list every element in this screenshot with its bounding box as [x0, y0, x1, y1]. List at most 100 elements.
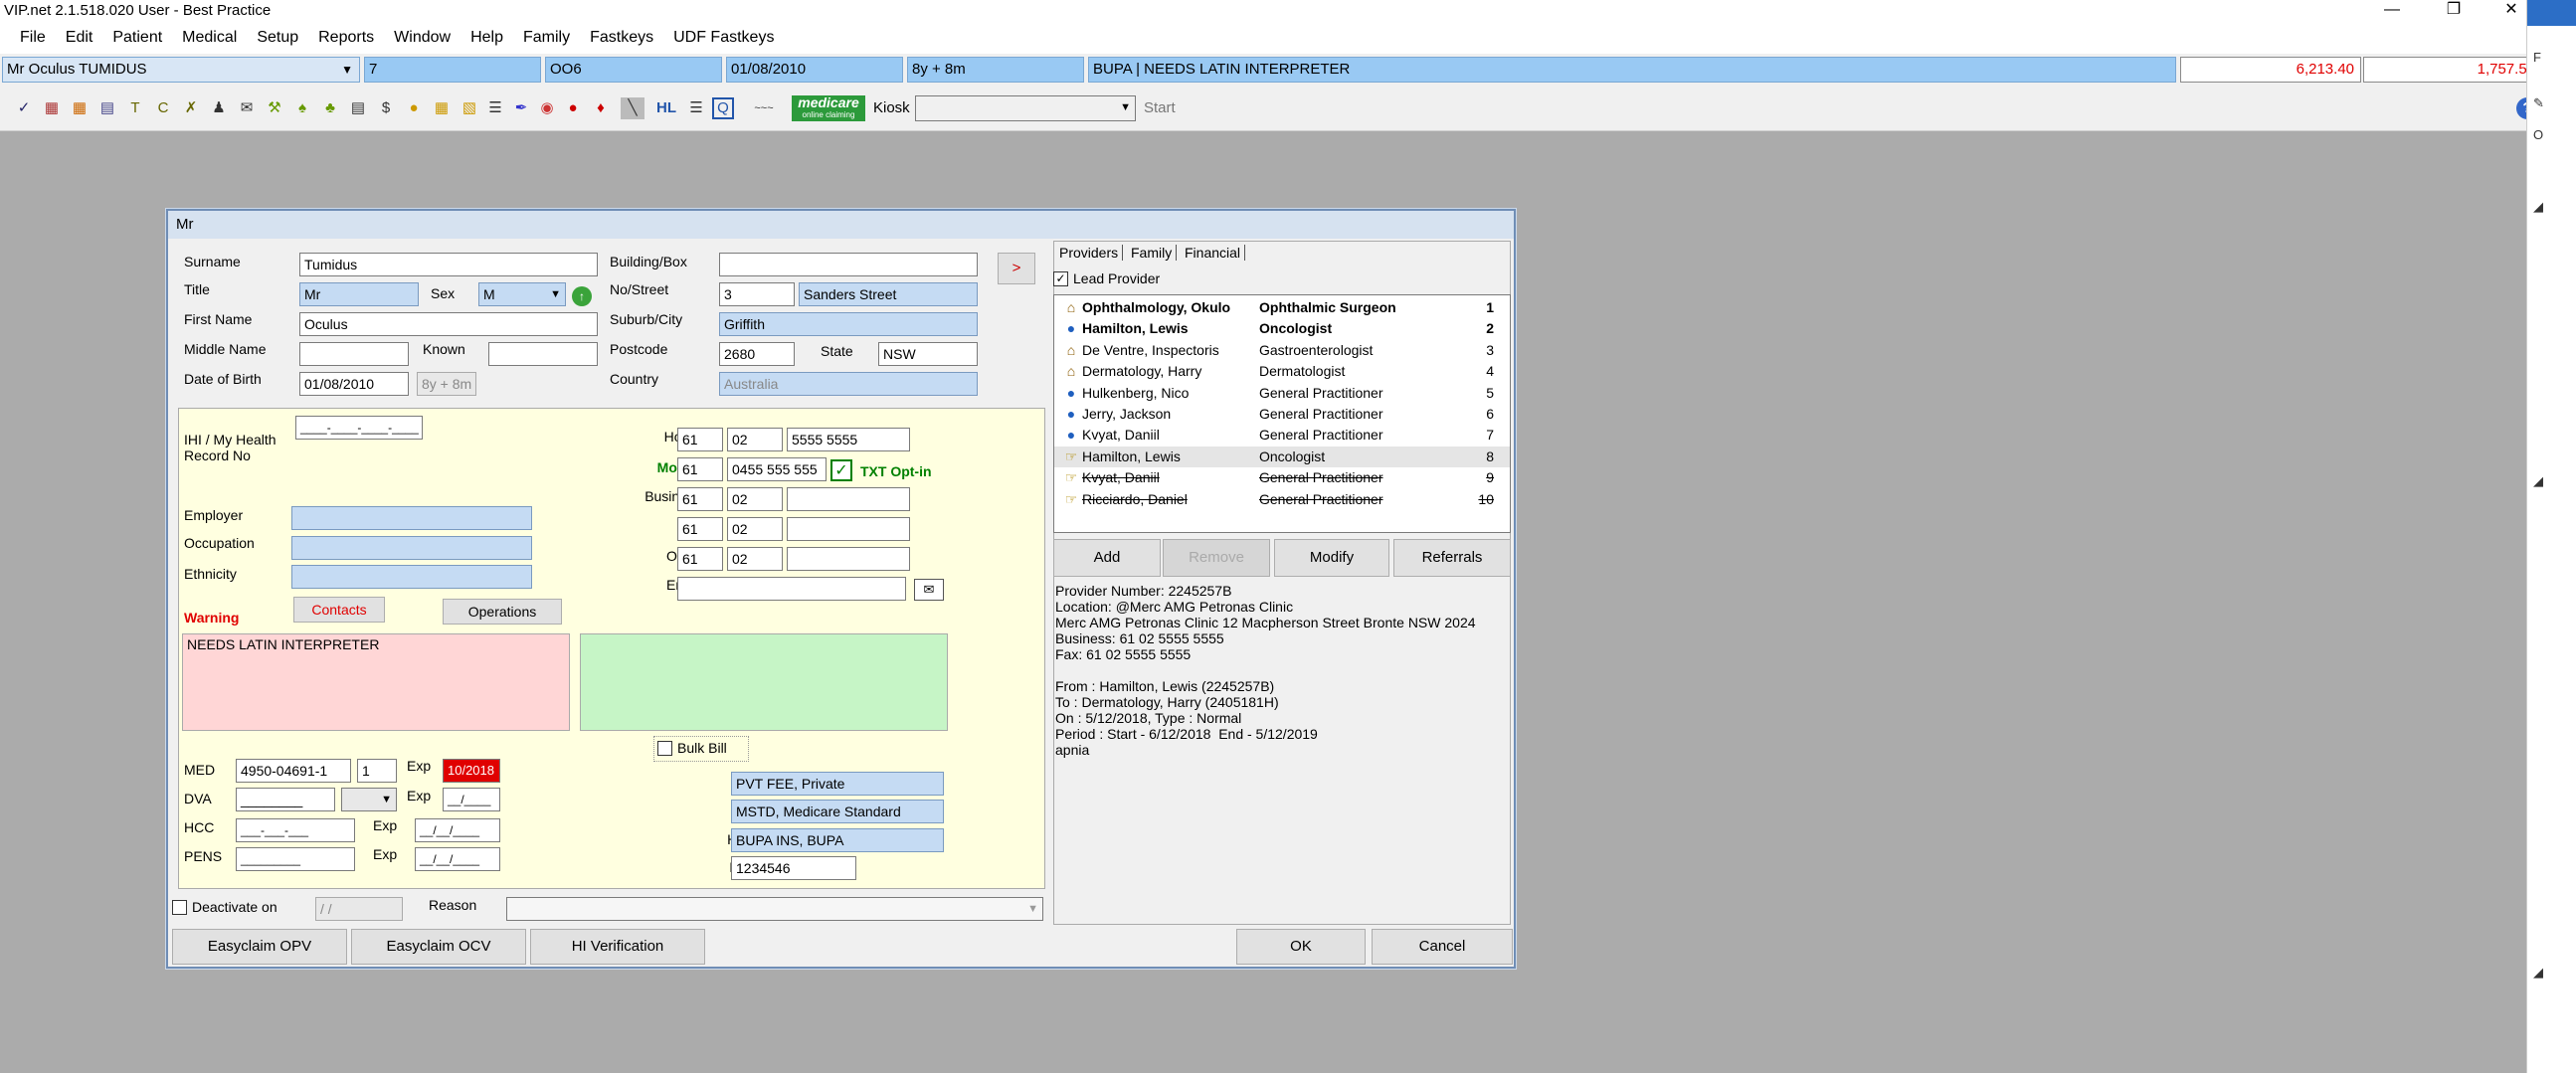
provider-row[interactable]: ⌂ Ophthalmology, Okulo Ophthalmic Surgeon 1 [1054, 297, 1510, 318]
business-cc-field[interactable]: 61 [677, 487, 723, 511]
family-icon[interactable]: ♣ [318, 97, 342, 119]
fax-cc-field[interactable]: 61 [677, 517, 723, 541]
known-field[interactable] [488, 342, 598, 366]
other-cc-field[interactable]: 61 [677, 547, 723, 571]
fax-area-field[interactable]: 02 [727, 517, 783, 541]
provider-row[interactable]: ⌂ Dermatology, Harry Dermatologist 4 [1054, 361, 1510, 382]
add-provider-button[interactable]: Add [1053, 539, 1161, 577]
deactivate-checkbox[interactable] [172, 900, 187, 915]
employer-field[interactable] [291, 506, 532, 530]
menu-fastkeys[interactable]: Fastkeys [580, 22, 663, 54]
calendar-icon[interactable]: ▦ [68, 97, 92, 119]
letter-c-icon[interactable]: C [151, 97, 175, 119]
suburb-field[interactable]: Griffith [719, 312, 978, 336]
ethnicity-field[interactable] [291, 565, 532, 589]
referrals-button[interactable]: Referrals [1393, 539, 1511, 577]
hf-policy-field[interactable]: 1234546 [731, 856, 856, 880]
gender-info-icon[interactable]: ↑ [572, 286, 592, 306]
q-icon[interactable]: Q [712, 97, 734, 119]
deactivate-date-field[interactable]: / / [315, 897, 403, 921]
subsidiser-field[interactable]: MSTD, Medicare Standard [731, 800, 944, 823]
dva-type-select[interactable]: ▼ [341, 788, 397, 811]
provider-row[interactable]: ☞ Hamilton, Lewis Oncologist 8 [1054, 446, 1510, 467]
sex-select[interactable]: M ▼ [478, 282, 566, 306]
lead-provider-checkbox[interactable]: ✓ [1053, 271, 1068, 286]
easyclaim-opv-button[interactable]: Easyclaim OPV [172, 929, 347, 965]
easyclaim-ocv-button[interactable]: Easyclaim OCV [351, 929, 526, 965]
medicare-online-button[interactable]: medicare online claiming [792, 95, 865, 121]
business-area-field[interactable]: 02 [727, 487, 783, 511]
menu-patient[interactable]: Patient [102, 22, 172, 54]
home-area-field[interactable]: 02 [727, 428, 783, 451]
check-icon[interactable]: ✓ [12, 97, 36, 119]
dva-number-field[interactable]: ________ [236, 788, 335, 811]
tab-family[interactable]: Family [1127, 245, 1178, 261]
start-button[interactable]: Start [1144, 99, 1176, 116]
other-area-field[interactable]: 02 [727, 547, 783, 571]
text-icon[interactable]: T [123, 97, 147, 119]
business-number-field[interactable] [787, 487, 910, 511]
fax-number-field[interactable] [787, 517, 910, 541]
stop-icon[interactable]: ● [561, 97, 585, 119]
document-icon[interactable]: ▤ [95, 97, 119, 119]
provider-row[interactable]: ⌂ De Ventre, Inspectoris Gastroenterologis… [1054, 340, 1510, 361]
menu-window[interactable]: Window [384, 22, 460, 54]
health-insurer-field[interactable]: BUPA INS, BUPA [731, 828, 944, 852]
hi-verification-button[interactable]: HI Verification [530, 929, 705, 965]
modify-provider-button[interactable]: Modify [1274, 539, 1389, 577]
pens-number-field[interactable]: _________ [236, 847, 355, 871]
pill-icon[interactable]: ◉ [535, 97, 559, 119]
menu-family[interactable]: Family [513, 22, 580, 54]
email-icon[interactable]: ✉ [914, 579, 944, 601]
medicare-number-field[interactable]: 4950-04691-1 [236, 759, 351, 783]
clipboard-icon[interactable]: ▦ [40, 97, 64, 119]
menu-edit[interactable]: Edit [56, 22, 103, 54]
menu-medical[interactable]: Medical [172, 22, 247, 54]
middle-name-field[interactable] [299, 342, 409, 366]
operations-button[interactable]: Operations [443, 599, 562, 625]
close-icon[interactable]: ✕ [2496, 0, 2526, 22]
checklist-icon[interactable]: ☰ [684, 97, 708, 119]
list-icon[interactable]: ☰ [483, 97, 507, 119]
page-icon[interactable]: ▤ [346, 97, 370, 119]
minimize-icon[interactable]: — [2377, 0, 2407, 22]
warning-text[interactable]: NEEDS LATIN INTERPRETER [182, 633, 570, 731]
feescaler-field[interactable]: PVT FEE, Private [731, 772, 944, 796]
person-icon[interactable]: ♟ [207, 97, 231, 119]
ok-button[interactable]: OK [1236, 929, 1366, 965]
cancel-button[interactable]: Cancel [1372, 929, 1513, 965]
provider-row[interactable]: ● Jerry, Jackson General Practitioner 6 [1054, 404, 1510, 425]
dollar-icon[interactable]: $ [374, 97, 398, 119]
coin-icon[interactable]: ● [402, 97, 426, 119]
surname-field[interactable]: Tumidus [299, 253, 598, 276]
dva-expiry-field[interactable]: __/____ [443, 788, 500, 811]
remove-provider-button[interactable]: Remove [1163, 539, 1270, 577]
pathology-icon[interactable]: ╲ [621, 97, 644, 119]
provider-row[interactable]: ● Hamilton, Lewis Oncologist 2 [1054, 318, 1510, 339]
reason-select[interactable]: ▼ [506, 897, 1043, 921]
pen-icon[interactable]: ✒ [509, 97, 533, 119]
title-field[interactable]: Mr [299, 282, 419, 306]
cross-icon[interactable]: ✗ [179, 97, 203, 119]
tools-icon[interactable]: ⚒ [263, 97, 286, 119]
pens-expiry-field[interactable]: __/__/____ [415, 847, 500, 871]
medicare-irn-field[interactable]: 1 [357, 759, 397, 783]
occupation-field[interactable] [291, 536, 532, 560]
dob-field[interactable]: 01/08/2010 [299, 372, 409, 396]
tab-financial[interactable]: Financial [1181, 245, 1246, 261]
provider-row[interactable]: ● Kvyat, Daniil General Practitioner 7 [1054, 425, 1510, 446]
mobile-cc-field[interactable]: 61 [677, 457, 723, 481]
provider-row[interactable]: ☞ Ricciardo, Daniel General Practitioner 10 [1054, 489, 1510, 510]
menu-reports[interactable]: Reports [308, 22, 384, 54]
hcc-number-field[interactable]: ___-___-___ [236, 818, 355, 842]
blood-drop-icon[interactable]: ♦ [589, 97, 613, 119]
provider-row[interactable]: ☞ Kvyat, Daniil General Practitioner 9 [1054, 467, 1510, 488]
other-number-field[interactable] [787, 547, 910, 571]
group-icon[interactable]: ♠ [290, 97, 314, 119]
street-number-field[interactable]: 3 [719, 282, 795, 306]
mobile-number-field[interactable]: 0455 555 555 [727, 457, 827, 481]
menu-udf-fastkeys[interactable]: UDF Fastkeys [663, 22, 784, 54]
notes-box[interactable] [580, 633, 948, 731]
postcode-field[interactable]: 2680 [719, 342, 795, 366]
mail-icon[interactable]: ✉ [235, 97, 259, 119]
